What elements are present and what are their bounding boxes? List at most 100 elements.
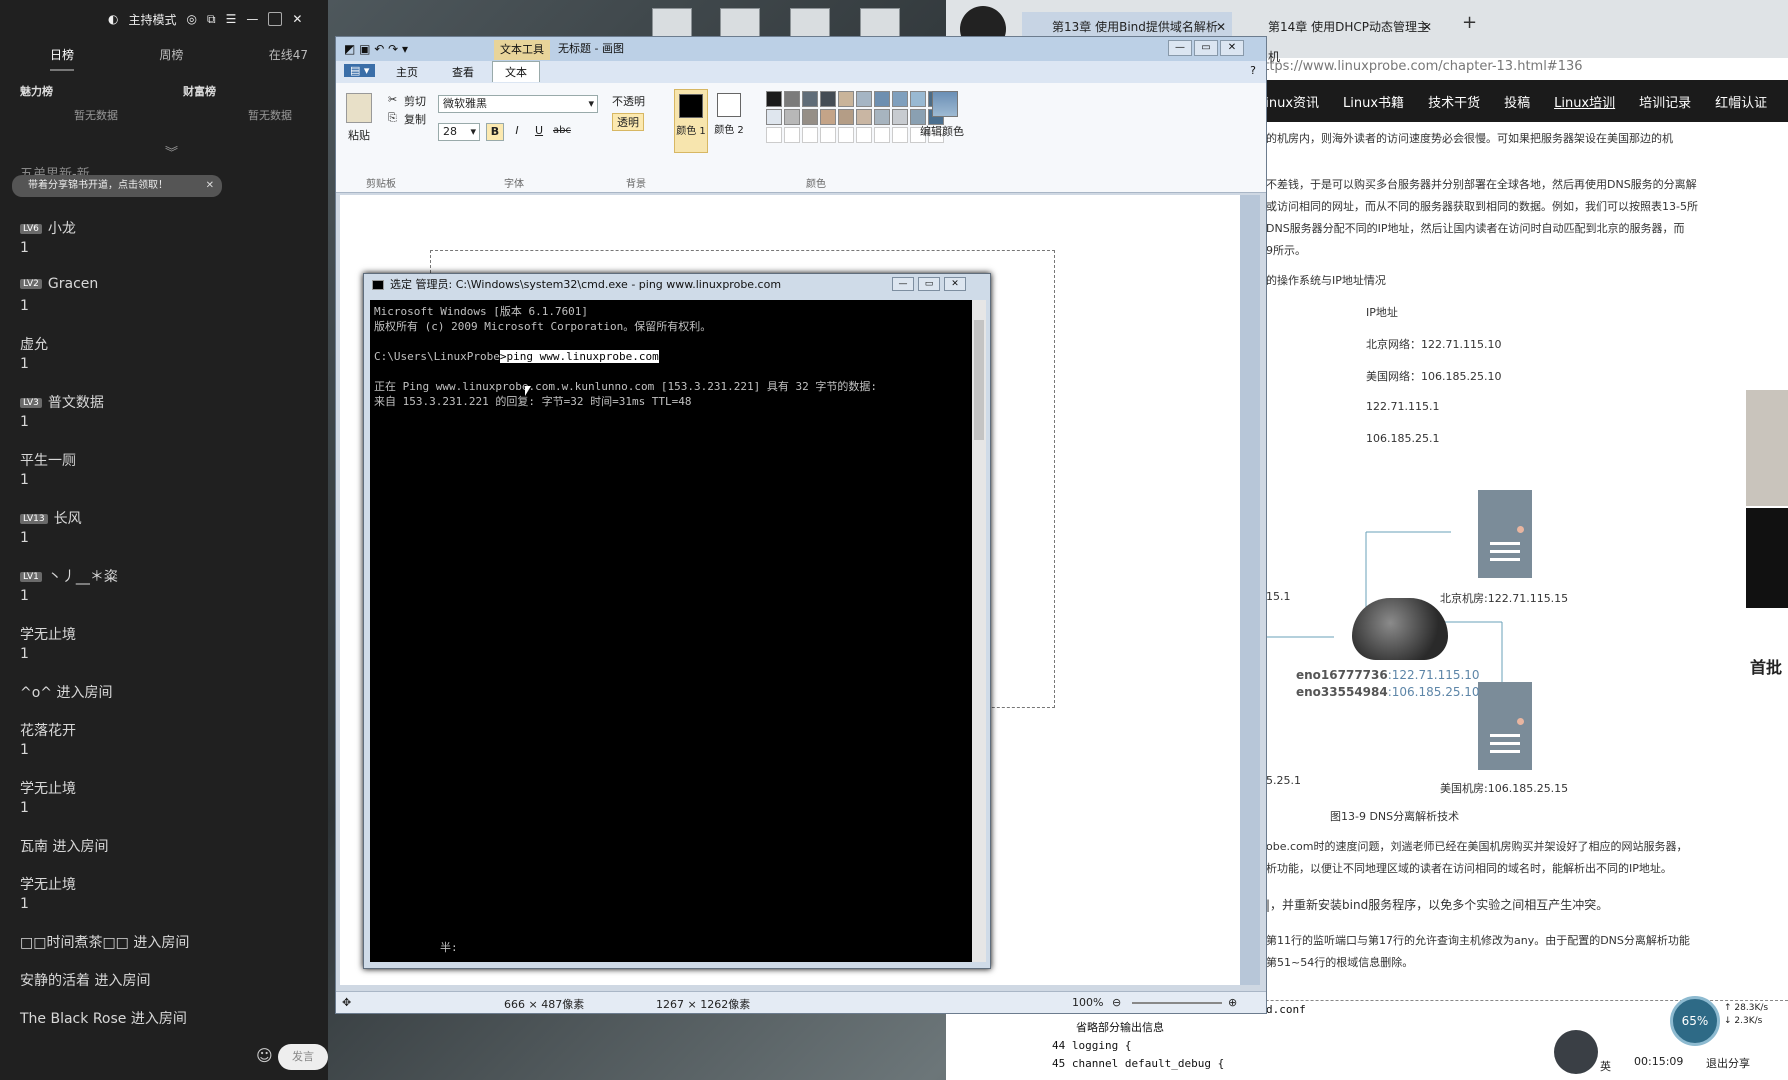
- underline-button[interactable]: U: [530, 123, 548, 141]
- nav-item[interactable]: Linux培训: [1554, 92, 1615, 111]
- close-icon[interactable]: ✕: [1220, 40, 1244, 56]
- palette-swatch-empty[interactable]: [856, 127, 872, 143]
- palette-swatch[interactable]: [802, 109, 818, 125]
- palette-swatch-empty[interactable]: [820, 127, 836, 143]
- palette-swatch[interactable]: [820, 109, 836, 125]
- maximize-icon[interactable]: [268, 12, 283, 26]
- zoom-slider[interactable]: [1132, 1002, 1222, 1004]
- charm-rank-label[interactable]: 魅力榜: [20, 83, 53, 99]
- list-item[interactable]: LV6 小龙 1: [20, 218, 320, 276]
- palette-swatch[interactable]: [874, 109, 890, 125]
- palette-swatch[interactable]: [802, 91, 818, 107]
- list-item[interactable]: LV3 普文数据 1: [20, 392, 320, 450]
- ime-language-indicator[interactable]: 英: [1600, 1058, 1611, 1074]
- nav-item[interactable]: Linux资讯: [1258, 92, 1319, 111]
- zoom-out-icon[interactable]: ⊖: [1112, 996, 1121, 1009]
- list-item[interactable]: 花落花开 1: [20, 720, 320, 778]
- palette-swatch[interactable]: [910, 91, 926, 107]
- maximize-icon[interactable]: ▭: [918, 277, 940, 291]
- menu-icon[interactable]: ☰: [226, 12, 237, 26]
- settings-icon[interactable]: ◎: [187, 12, 197, 26]
- list-item[interactable]: LV13 长风 1: [20, 508, 320, 566]
- exit-share-button[interactable]: 退出分享: [1706, 1055, 1750, 1071]
- palette-swatch[interactable]: [766, 91, 782, 107]
- paste-button[interactable]: 粘贴: [348, 127, 370, 143]
- list-item[interactable]: 学无止境 1: [20, 874, 320, 932]
- list-item[interactable]: 学无止境 1: [20, 624, 320, 682]
- tab-chapter14[interactable]: 第14章 使用DHCP动态管理主机 ✕: [1238, 12, 1438, 64]
- zoom-in-icon[interactable]: ⊕: [1228, 996, 1237, 1009]
- list-item[interactable]: 平生一厕 1: [20, 450, 320, 508]
- list-item[interactable]: 学无止境 1: [20, 778, 320, 836]
- text-tools-tab[interactable]: 文本工具: [494, 40, 550, 60]
- tab-home[interactable]: 主页: [396, 64, 418, 80]
- cmd-console[interactable]: Microsoft Windows [版本 6.1.7601] 版权所有 (c)…: [370, 300, 974, 962]
- new-tab-button[interactable]: +: [1462, 12, 1477, 33]
- palette-swatch[interactable]: [892, 91, 908, 107]
- paste-icon[interactable]: [346, 93, 372, 123]
- font-size-select[interactable]: 28 ▾: [438, 123, 480, 141]
- cmd-scrollbar[interactable]: [972, 300, 986, 962]
- wealth-rank-label[interactable]: 财富榜: [183, 83, 216, 99]
- palette-swatch-empty[interactable]: [802, 127, 818, 143]
- palette-swatch-empty[interactable]: [766, 127, 782, 143]
- palette-swatch[interactable]: [838, 91, 854, 107]
- popout-icon[interactable]: ⧉: [207, 12, 216, 27]
- help-icon[interactable]: ?: [1250, 64, 1256, 77]
- italic-button[interactable]: I: [508, 123, 526, 141]
- scrollbar-thumb[interactable]: [974, 320, 984, 440]
- claim-tip-banner[interactable]: 带着分享锦书开道，点击领取！ ✕: [12, 175, 222, 197]
- tab-online[interactable]: 在线47: [269, 46, 308, 71]
- palette-swatch[interactable]: [856, 91, 872, 107]
- list-item[interactable]: 虚允 1: [20, 334, 320, 392]
- transparent-option[interactable]: 透明: [612, 113, 644, 131]
- close-icon[interactable]: ✕: [1422, 12, 1432, 42]
- minimize-icon[interactable]: —: [1168, 40, 1192, 56]
- chat-send-button[interactable]: 发言: [278, 1044, 328, 1070]
- list-item[interactable]: LV2 Gracen 1: [20, 276, 320, 334]
- palette-swatch[interactable]: [892, 109, 908, 125]
- tab-text[interactable]: 文本: [492, 61, 540, 82]
- bold-button[interactable]: B: [486, 123, 504, 141]
- tab-weekly[interactable]: 周榜: [159, 46, 183, 71]
- close-icon[interactable]: ✕: [944, 277, 966, 291]
- copy-icon[interactable]: ⎘: [388, 111, 397, 125]
- chevron-down-icon[interactable]: ︾: [165, 142, 178, 161]
- cut-icon[interactable]: ✂: [388, 93, 397, 106]
- maximize-icon[interactable]: ▭: [1194, 40, 1218, 56]
- palette-swatch[interactable]: [820, 91, 836, 107]
- palette-swatch-empty[interactable]: [874, 127, 890, 143]
- cut-button[interactable]: 剪切: [404, 93, 426, 109]
- palette-swatch[interactable]: [856, 109, 872, 125]
- nav-item[interactable]: Linux书籍: [1343, 92, 1404, 111]
- close-icon[interactable]: ✕: [292, 12, 302, 26]
- opaque-option[interactable]: 不透明: [612, 93, 645, 109]
- strikethrough-button[interactable]: abc: [552, 123, 572, 141]
- color1-button[interactable]: 颜色 1: [674, 89, 708, 153]
- palette-swatch-empty[interactable]: [838, 127, 854, 143]
- palette-swatch[interactable]: [784, 109, 800, 125]
- palette-swatch[interactable]: [766, 109, 782, 125]
- minimize-icon[interactable]: —: [892, 277, 914, 291]
- side-ad-widget[interactable]: 首批: [1746, 390, 1788, 720]
- close-icon[interactable]: ✕: [206, 175, 214, 197]
- paint-menu-button[interactable]: ▤ ▾: [344, 64, 376, 77]
- palette-swatch[interactable]: [838, 109, 854, 125]
- font-family-select[interactable]: 微软雅黑 ▾: [438, 95, 598, 113]
- list-item[interactable]: LV1 丶丿__＊粢 1: [20, 566, 320, 624]
- nav-item[interactable]: 培训记录: [1639, 92, 1691, 111]
- edit-colors-icon[interactable]: [932, 91, 958, 117]
- quick-access-toolbar[interactable]: ◩ ▣ ↶ ↷ ▾: [344, 37, 408, 61]
- palette-swatch[interactable]: [784, 91, 800, 107]
- minimize-icon[interactable]: —: [246, 12, 258, 26]
- network-speed-gauge[interactable]: 65%: [1670, 996, 1720, 1046]
- palette-swatch[interactable]: [874, 91, 890, 107]
- tab-view[interactable]: 查看: [452, 64, 474, 80]
- nav-item[interactable]: 投稿: [1504, 92, 1530, 111]
- console-selected-command[interactable]: >ping www.linuxprobe.com: [499, 350, 659, 363]
- palette-swatch-empty[interactable]: [892, 127, 908, 143]
- color2-button[interactable]: 颜色 2: [712, 89, 746, 153]
- edit-colors-button[interactable]: 编辑颜色: [920, 123, 964, 139]
- palette-swatch-empty[interactable]: [784, 127, 800, 143]
- nav-item[interactable]: 红帽认证: [1715, 92, 1767, 111]
